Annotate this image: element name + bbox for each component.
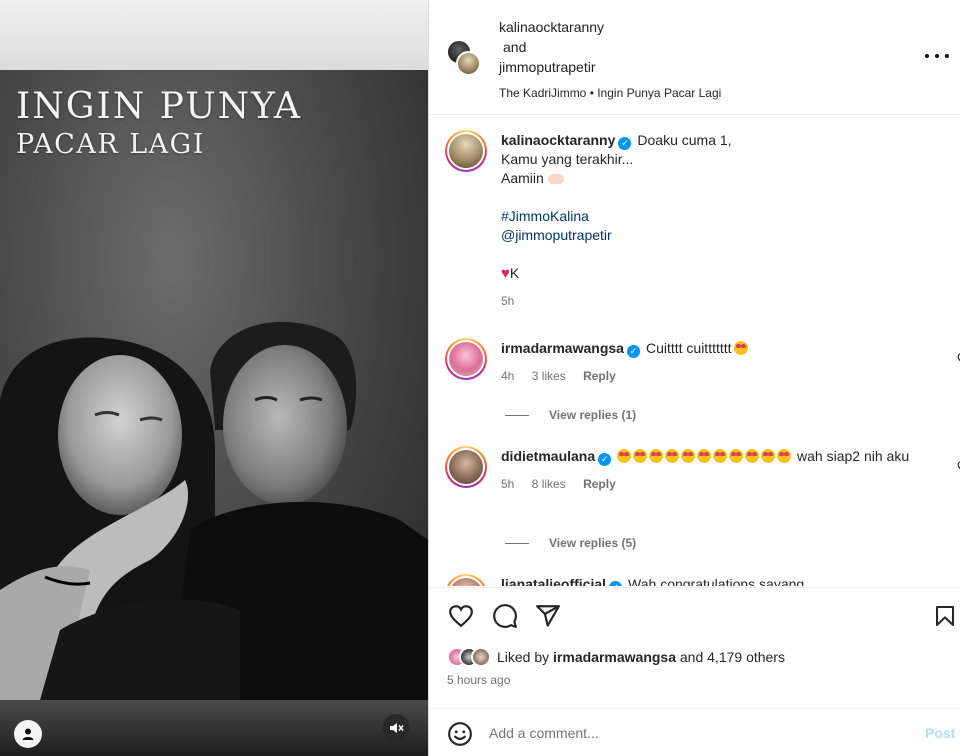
caption-line: Aamiin (501, 170, 544, 186)
likes-summary[interactable]: Liked by irmadarmawangsa and 4,179 other… (447, 647, 785, 667)
avatar[interactable] (456, 51, 481, 76)
heart-eyes-emoji-icon (617, 448, 793, 464)
avatar (471, 647, 491, 667)
view-replies-label: View replies (5) (549, 536, 637, 550)
caption-username[interactable]: kalinaocktaranny (501, 132, 615, 148)
comment-username[interactable]: lianatalieofficial (501, 576, 606, 586)
divider (429, 587, 960, 588)
username-link[interactable]: jimmoputrapetir (499, 57, 721, 77)
overlay-line-1: INGIN PUNYA (16, 86, 303, 127)
add-comment-input[interactable] (489, 725, 909, 741)
comment-text: Wah congratulations sayang (628, 576, 805, 586)
view-replies-label: View replies (1) (549, 408, 637, 422)
post-header: kalinaocktaranny and jimmoputrapetir The… (429, 0, 960, 115)
caption-line: Doaku cuma 1, (637, 132, 732, 148)
heart-eyes-emoji-icon (733, 341, 748, 355)
comment-body: didietmaulana ✓ wah siap2 nih aku 5h 8 li… (501, 447, 931, 494)
collab-usernames: kalinaocktaranny and jimmoputrapetir The… (499, 17, 721, 100)
bookmark-icon[interactable] (931, 602, 959, 630)
reply-button[interactable]: Reply (583, 477, 616, 491)
comment-username[interactable]: didietmaulana (501, 448, 595, 464)
comment-text: wah siap2 nih aku (797, 448, 910, 464)
avatar[interactable] (445, 574, 487, 586)
comment-likes[interactable]: 3 likes (532, 369, 566, 383)
video-frame[interactable] (0, 70, 428, 700)
collab-avatars[interactable] (447, 40, 481, 76)
muted-speaker-icon[interactable] (382, 714, 410, 742)
avatar[interactable] (445, 446, 487, 488)
post-comment-button[interactable]: Post (925, 725, 955, 741)
comment-icon[interactable] (491, 602, 519, 630)
comment-username[interactable]: irmadarmawangsa (501, 340, 624, 356)
comment-time[interactable]: 5h (501, 477, 514, 491)
overlay-line-2: PACAR LAGI (16, 129, 205, 160)
media-pane[interactable]: INGIN PUNYA PACAR LAGI (0, 0, 428, 756)
comment-meta: 5h 8 likes Reply (501, 475, 931, 494)
caption-meta: 5h (501, 292, 931, 311)
and-label: and (503, 39, 527, 55)
view-replies-button[interactable]: View replies (5) (505, 536, 636, 550)
comment-meta: 4h 3 likes Reply (501, 367, 931, 386)
hashtag-link[interactable]: #JimmoKalina (501, 208, 589, 224)
comment-time[interactable]: 4h (501, 369, 514, 383)
add-comment-bar: Post (429, 708, 960, 756)
avatar[interactable] (445, 338, 487, 380)
couple-photo (0, 321, 428, 700)
heart-icon[interactable] (447, 602, 475, 630)
mention-link[interactable]: @jimmoputrapetir (501, 227, 612, 243)
username-link[interactable]: kalinaocktaranny (499, 17, 721, 37)
red-heart-emoji-icon: ♥ (501, 265, 510, 282)
audio-track-link[interactable]: The KadriJimmo • Ingin Punya Pacar Lagi (499, 86, 721, 100)
tagged-people-icon[interactable] (14, 720, 42, 748)
caption-sign: K (509, 265, 520, 281)
avatar[interactable] (445, 130, 487, 172)
caption-line: Kamu yang terakhir... (501, 151, 634, 167)
praying-hands-emoji-icon (547, 174, 564, 184)
comment-text: Cuitttt cuittttttt (645, 340, 732, 356)
liked-by-username[interactable]: irmadarmawangsa (553, 649, 676, 665)
reply-button[interactable]: Reply (583, 369, 616, 383)
post-timestamp[interactable]: 5 hours ago (447, 673, 510, 687)
media-bottom-band (0, 700, 428, 756)
liked-by-count[interactable]: and 4,179 others (680, 649, 785, 665)
post-details-panel: kalinaocktaranny and jimmoputrapetir The… (428, 0, 960, 756)
verified-badge-icon: ✓ (626, 345, 640, 358)
comment-time[interactable]: 5h (501, 294, 514, 308)
view-replies-button[interactable]: View replies (1) (505, 408, 636, 422)
verified-badge-icon: ✓ (598, 453, 612, 466)
verified-badge-icon: ✓ (609, 581, 623, 586)
caption-body: kalinaocktaranny ✓ Doaku cuma 1, Kamu yang… (501, 131, 931, 311)
liked-by-label: Liked by (497, 649, 550, 665)
comment-likes[interactable]: 8 likes (532, 477, 566, 491)
comment-body: lianatalieofficial✓ Wah congratulations s… (501, 575, 931, 586)
action-bar (429, 598, 960, 638)
emoji-smile-icon[interactable] (447, 721, 473, 747)
more-options-icon[interactable] (925, 48, 949, 64)
comments-section[interactable]: kalinaocktaranny ✓ Doaku cuma 1, Kamu yang… (429, 116, 960, 586)
verified-badge-icon: ✓ (618, 137, 632, 150)
comment-body: irmadarmawangsa ✓ Cuitttt cuittttttt 4h 3 … (501, 339, 931, 386)
media-top-band (0, 0, 428, 70)
video-overlay-title: INGIN PUNYA PACAR LAGI (16, 86, 302, 162)
share-icon[interactable] (534, 602, 562, 630)
